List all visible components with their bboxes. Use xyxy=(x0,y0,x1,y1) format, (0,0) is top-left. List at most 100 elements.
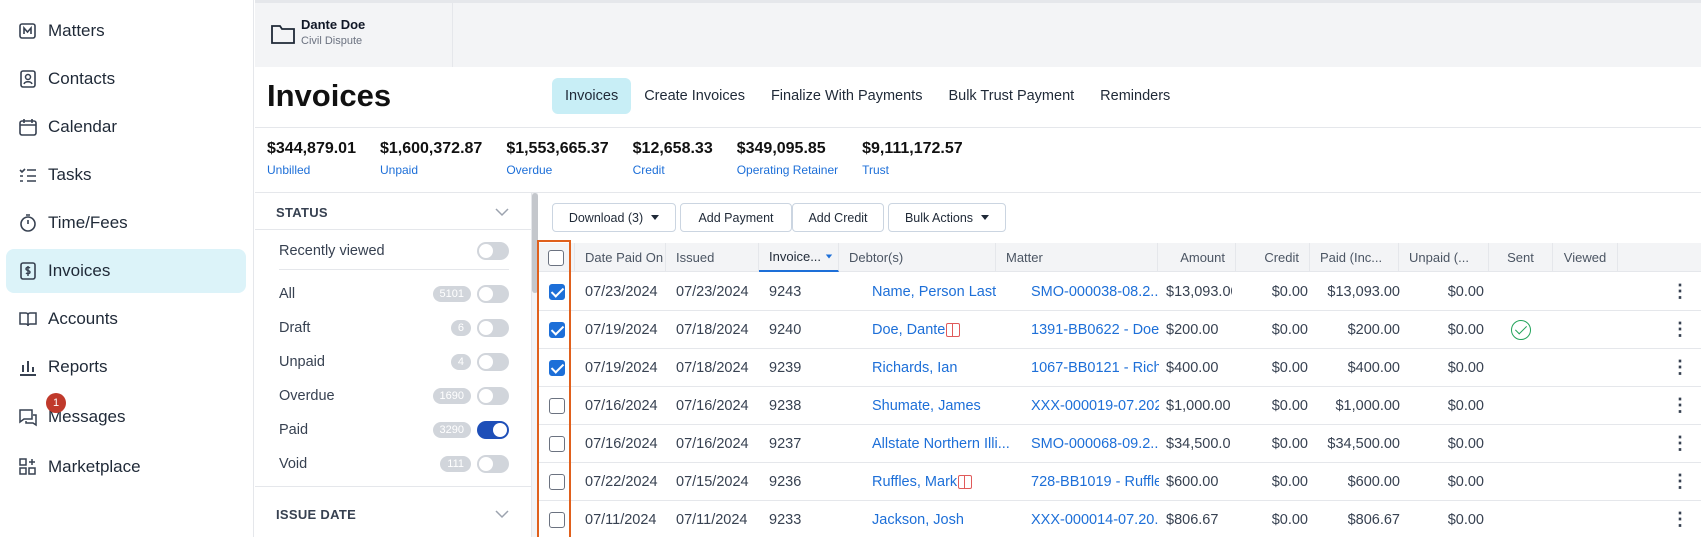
chevron-down-icon[interactable] xyxy=(495,507,509,521)
row-more-menu-icon[interactable]: ⋮ xyxy=(1670,425,1690,462)
cell-debtor[interactable]: Doe, Dante xyxy=(872,311,1022,348)
cell-debtor[interactable]: Ruffles, Mark xyxy=(872,463,1022,500)
sidebar: Matters Contacts Calendar Tasks Time/Fee… xyxy=(0,0,254,537)
col-credit[interactable]: Credit xyxy=(1236,243,1310,272)
stat-operating-retainer[interactable]: $349,095.85 Operating Retainer xyxy=(737,140,838,177)
row-more-menu-icon[interactable]: ⋮ xyxy=(1670,463,1690,500)
sidebar-item-invoices[interactable]: Invoices xyxy=(6,249,246,293)
issued-text: 07/18/2024 xyxy=(676,321,749,338)
cell-amount: $1,000.00 xyxy=(1166,387,1232,424)
table-row[interactable]: 07/19/2024 07/18/2024 9240 Doe, Dante 1391-B… xyxy=(538,311,1701,349)
col-date-paid-on[interactable]: Date Paid On xyxy=(575,243,666,272)
col-sent[interactable]: Sent xyxy=(1489,243,1553,272)
sidebar-item-reports[interactable]: Reports xyxy=(6,345,246,389)
divider xyxy=(279,269,509,270)
tab-reminders[interactable]: Reminders xyxy=(1087,78,1183,114)
stat-unbilled[interactable]: $344,879.01 Unbilled xyxy=(267,140,356,177)
add-credit-button[interactable]: Add Credit xyxy=(792,203,884,232)
cell-debtor[interactable]: Name, Person Last xyxy=(872,273,1022,310)
cell-debtor[interactable]: Shumate, James xyxy=(872,387,1022,424)
row-more-menu-icon[interactable]: ⋮ xyxy=(1670,311,1690,348)
status-toggle-void[interactable] xyxy=(477,455,509,473)
cell-debtor[interactable]: Jackson, Josh xyxy=(872,501,1022,537)
cell-invoice: 9236 xyxy=(769,463,829,500)
cell-matter[interactable]: SMO-000068-09.2... xyxy=(1031,425,1159,462)
cell-debtor[interactable]: Allstate Northern Illi... xyxy=(872,425,1022,462)
col-paid[interactable]: Paid (Inc... xyxy=(1310,243,1399,272)
col-matter[interactable]: Matter xyxy=(996,243,1158,272)
sidebar-item-label: Matters xyxy=(48,21,105,40)
cell-paid-on: 07/22/2024 xyxy=(585,463,669,500)
bulk-actions-button[interactable]: Bulk Actions xyxy=(888,203,1006,232)
filter-count: 111 xyxy=(440,456,471,472)
stat-overdue[interactable]: $1,553,665.37 Overdue xyxy=(506,140,608,177)
col-unpaid[interactable]: Unpaid (... xyxy=(1399,243,1489,272)
cell-matter[interactable]: 728-BB1019 - Ruffle... xyxy=(1031,463,1159,500)
stat-label: Trust xyxy=(862,163,889,177)
add-payment-button[interactable]: Add Payment xyxy=(680,203,792,232)
stat-trust[interactable]: $9,111,172.57 Trust xyxy=(862,140,963,177)
filter-count: 5101 xyxy=(432,286,471,302)
col-debtors[interactable]: Debtor(s) xyxy=(839,243,996,272)
cell-credit: $0.00 xyxy=(1238,273,1308,310)
button-label: Add Payment xyxy=(698,210,774,225)
divider xyxy=(255,486,532,487)
table-row[interactable]: 07/23/2024 07/23/2024 9243 Name, Person Las… xyxy=(538,273,1701,311)
paid-on-text: 07/16/2024 xyxy=(585,435,658,452)
table-row[interactable]: 07/16/2024 07/16/2024 9238 Shumate, James XX… xyxy=(538,387,1701,425)
recently-viewed-filter: Recently viewed xyxy=(279,239,509,263)
sidebar-item-marketplace[interactable]: Marketplace xyxy=(6,445,246,489)
contacts-icon xyxy=(18,69,38,89)
amount-text: $600.00 xyxy=(1166,473,1219,490)
col-viewed[interactable]: Viewed xyxy=(1553,243,1618,272)
cell-issued: 07/16/2024 xyxy=(676,387,760,424)
row-more-menu-icon[interactable]: ⋮ xyxy=(1670,273,1690,310)
stat-unpaid[interactable]: $1,600,372.87 Unpaid xyxy=(380,140,482,177)
cell-matter[interactable]: XXX-000014-07.20... xyxy=(1031,501,1159,537)
sidebar-item-label: Invoices xyxy=(48,261,111,280)
col-issued[interactable]: Issued xyxy=(666,243,759,272)
issued-text: 07/16/2024 xyxy=(676,397,749,414)
tab-bulk-trust-payment[interactable]: Bulk Trust Payment xyxy=(935,78,1087,114)
download-button[interactable]: Download (3) xyxy=(552,203,676,232)
status-filter-overdue: Overdue 1690 xyxy=(279,384,509,408)
cell-debtor[interactable]: Richards, Ian xyxy=(872,349,1022,386)
credit-text: $0.00 xyxy=(1271,283,1308,300)
col-amount[interactable]: Amount xyxy=(1158,243,1236,272)
table-row[interactable]: 07/22/2024 07/15/2024 9236 Ruffles, Mark 728… xyxy=(538,463,1701,501)
col-invoice[interactable]: Invoice... xyxy=(759,243,839,272)
stat-credit[interactable]: $12,658.33 Credit xyxy=(633,140,713,177)
caret-down-icon xyxy=(981,215,990,220)
sidebar-item-tasks[interactable]: Tasks xyxy=(6,153,246,197)
tab-create-invoices[interactable]: Create Invoices xyxy=(631,78,758,114)
status-toggle-unpaid[interactable] xyxy=(477,353,509,371)
page-title: Invoices xyxy=(267,78,392,113)
cell-matter[interactable]: XXX-000019-07.202... xyxy=(1031,387,1159,424)
cell-paid: $806.67 xyxy=(1310,501,1400,537)
status-toggle-draft[interactable] xyxy=(477,319,509,337)
status-toggle-paid[interactable] xyxy=(477,421,509,439)
status-toggle-overdue[interactable] xyxy=(477,387,509,405)
tab-invoices[interactable]: Invoices xyxy=(552,78,632,114)
stat-label: Operating Retainer xyxy=(736,163,839,177)
chevron-down-icon[interactable] xyxy=(495,205,509,219)
row-more-menu-icon[interactable]: ⋮ xyxy=(1670,501,1690,537)
table-row[interactable]: 07/11/2024 07/11/2024 9233 Jackson, Josh XXX… xyxy=(538,501,1701,537)
cell-matter[interactable]: SMO-000038-08.2... xyxy=(1031,273,1159,310)
sidebar-item-contacts[interactable]: Contacts xyxy=(6,57,246,101)
cell-matter[interactable]: 1067-BB0121 - Richa... xyxy=(1031,349,1159,386)
status-toggle-all[interactable] xyxy=(477,285,509,303)
cell-matter[interactable]: 1391-BB0622 - Doe,... xyxy=(1031,311,1159,348)
matter-tab[interactable]: Dante Doe Civil Dispute xyxy=(255,3,453,67)
sidebar-item-matters[interactable]: Matters xyxy=(6,9,246,53)
recently-viewed-toggle[interactable] xyxy=(477,242,509,260)
row-more-menu-icon[interactable]: ⋮ xyxy=(1670,387,1690,424)
sidebar-item-calendar[interactable]: Calendar xyxy=(6,105,246,149)
sidebar-item-messages[interactable]: 1 Messages xyxy=(6,393,246,439)
tab-finalize-with-payments[interactable]: Finalize With Payments xyxy=(758,78,936,114)
table-row[interactable]: 07/16/2024 07/16/2024 9237 Allstate Norther… xyxy=(538,425,1701,463)
table-row[interactable]: 07/19/2024 07/18/2024 9239 Richards, Ian 106… xyxy=(538,349,1701,387)
row-more-menu-icon[interactable]: ⋮ xyxy=(1670,349,1690,386)
sidebar-item-time-fees[interactable]: Time/Fees xyxy=(6,201,246,245)
sidebar-item-accounts[interactable]: Accounts xyxy=(6,297,246,341)
